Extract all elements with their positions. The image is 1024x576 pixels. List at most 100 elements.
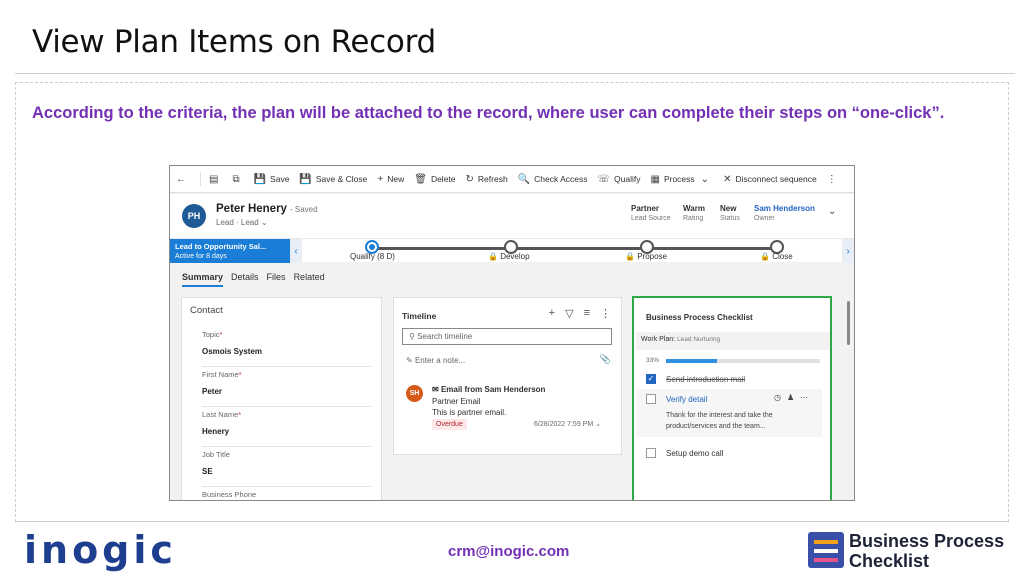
sort-list-icon[interactable]: ≡ xyxy=(584,307,590,320)
record-type[interactable]: Lead · Lead ⌄ xyxy=(216,218,268,227)
field-divider xyxy=(202,446,372,447)
active-process-stage[interactable]: Lead to Opportunity Sal... Active for 8 … xyxy=(170,239,302,263)
stage-label-develop: 🔒 Develop xyxy=(488,252,530,261)
filter-icon[interactable]: ▽ xyxy=(565,307,573,320)
business-process-checklist: Business Process Checklist Work Plan: Le… xyxy=(632,296,832,500)
crm-screenshot: ← ▤ ⧉ 💾 Save 💾 Save & Close + New 🗑 Delete ↻… xyxy=(169,165,855,501)
search-timeline-input[interactable]: ⚲ Search timeline xyxy=(402,328,612,345)
more-commands-icon[interactable]: ⋮ xyxy=(827,174,841,185)
work-plan-bar: Work Plan: Lead Nurturing xyxy=(636,332,830,350)
checklist-logo-icon xyxy=(808,532,844,568)
activity-subject: Partner Email xyxy=(432,397,481,406)
header-field-status: New Status xyxy=(720,204,740,222)
business-phone-field[interactable]: Business Phone xyxy=(202,490,372,499)
timeline-section: Timeline + ▽ ≡ ⋮ ⚲ Search timeline ✎ Ent… xyxy=(393,297,622,455)
step-description: Thank for the interest and take the prod… xyxy=(666,412,773,430)
progress-bar xyxy=(666,359,820,363)
first-name-field[interactable]: First Name* Peter xyxy=(202,370,372,396)
header-field-owner[interactable]: Sam Henderson Owner xyxy=(754,204,815,222)
form-tabs: Summary Details Files Related xyxy=(182,272,333,287)
contact-section: Contact Topic* Osmois System First Name*… xyxy=(181,297,382,500)
more-icon[interactable]: ⋮ xyxy=(600,307,611,320)
chevron-down-icon: ⌄ xyxy=(700,173,710,185)
process-button[interactable]: ▦ Process ⌄ xyxy=(651,174,714,185)
popout-icon[interactable]: ⧉ xyxy=(232,174,243,185)
chevron-left-icon[interactable]: ‹ xyxy=(290,239,302,263)
contact-heading: Contact xyxy=(190,305,223,316)
title-divider xyxy=(15,73,1015,74)
tab-summary[interactable]: Summary xyxy=(182,272,224,287)
timeline-actions: + ▽ ≡ ⋮ xyxy=(549,307,611,320)
lock-icon: 🔒 xyxy=(488,252,498,261)
record-name: Peter Henery - Saved xyxy=(216,203,318,215)
trash-icon: 🗑 xyxy=(414,173,427,185)
plus-icon: + xyxy=(377,173,384,185)
chevron-down-icon: ⌄ xyxy=(260,218,268,227)
expand-header-icon[interactable]: ⌄ xyxy=(828,206,836,217)
user-icon[interactable]: ♟ xyxy=(787,393,794,402)
step-verify-detail[interactable]: Verify detail xyxy=(666,395,707,404)
field-divider xyxy=(202,486,372,487)
attachment-icon[interactable]: 📎 xyxy=(600,354,611,365)
tab-details[interactable]: Details xyxy=(231,272,259,287)
save-button[interactable]: 💾 Save xyxy=(254,174,290,185)
activity-body: This is partner email. xyxy=(432,408,507,417)
more-icon[interactable]: ⋯ xyxy=(800,393,808,402)
plus-icon[interactable]: + xyxy=(549,307,555,320)
last-name-field[interactable]: Last Name* Henery xyxy=(202,410,372,436)
step-setup-demo-call[interactable]: Setup demo call xyxy=(666,449,723,458)
refresh-button[interactable]: ↻ Refresh xyxy=(466,174,508,185)
inogic-logo: inogic xyxy=(24,528,177,572)
toolbar-divider xyxy=(200,172,201,186)
field-divider xyxy=(202,366,372,367)
record-header: PH Peter Henery - Saved Lead · Lead ⌄ Par… xyxy=(170,194,854,238)
activity-title[interactable]: ✉ Email from Sam Henderson xyxy=(432,385,545,394)
topic-field[interactable]: Topic* Osmois System xyxy=(202,330,372,356)
new-button[interactable]: + New xyxy=(377,174,404,185)
disconnect-sequence-button[interactable]: ✕ Disconnect sequence xyxy=(723,174,817,185)
save-close-icon: 💾 xyxy=(299,173,312,185)
form-icon[interactable]: ▤ xyxy=(209,174,222,185)
timeline-title: Timeline xyxy=(402,311,437,321)
close-icon: ✕ xyxy=(723,173,732,185)
job-title-field[interactable]: Job Title SE xyxy=(202,450,372,476)
save-close-button[interactable]: 💾 Save & Close xyxy=(299,174,367,185)
step-send-introduction-mail[interactable]: Send introduction mail xyxy=(666,375,745,384)
contact-email[interactable]: crm@inogic.com xyxy=(448,543,569,560)
check-access-button[interactable]: 🔍 Check Access xyxy=(518,174,588,185)
delete-button[interactable]: 🗑 Delete xyxy=(414,174,455,185)
activity-avatar: SH xyxy=(406,385,423,402)
chevron-down-icon[interactable]: ⌄ xyxy=(595,421,601,428)
chevron-right-icon[interactable]: › xyxy=(842,239,854,263)
lock-icon: 🔒 xyxy=(760,252,770,261)
progress-percent: 33% xyxy=(646,357,660,364)
business-process-flow: Lead to Opportunity Sal... Active for 8 … xyxy=(170,238,854,263)
progress-bar-fill xyxy=(666,359,717,363)
save-icon: 💾 xyxy=(253,173,267,185)
command-bar: ← ▤ ⧉ 💾 Save 💾 Save & Close + New 🗑 Delete ↻… xyxy=(170,166,854,193)
search-icon: ⚲ xyxy=(409,332,415,341)
step-checkbox-send-mail[interactable]: ✓ xyxy=(646,374,656,384)
stage-label-close: 🔒 Close xyxy=(760,252,793,261)
process-icon: ▦ xyxy=(650,173,660,185)
lock-icon: 🔒 xyxy=(625,252,635,261)
save-status: - Saved xyxy=(289,205,318,214)
step-checkbox-setup-demo[interactable] xyxy=(646,448,656,458)
refresh-icon: ↻ xyxy=(465,173,474,185)
qualify-icon: ☏ xyxy=(597,173,611,185)
tab-files[interactable]: Files xyxy=(267,272,286,287)
step-checkbox-verify-detail[interactable] xyxy=(646,394,656,404)
field-divider xyxy=(202,406,372,407)
note-input[interactable]: ✎ Enter a note... xyxy=(406,356,465,365)
checklist-logo-text: Business Process Checklist xyxy=(849,531,1005,571)
clock-icon[interactable]: ◷ xyxy=(774,393,781,402)
back-arrow-icon[interactable]: ← xyxy=(176,174,190,185)
footer-divider xyxy=(15,521,1009,522)
qualify-button[interactable]: ☏ Qualify xyxy=(598,174,641,185)
scrollbar[interactable] xyxy=(847,301,850,345)
step-actions: ◷ ♟ ⋯ xyxy=(774,393,808,402)
check-access-icon: 🔍 xyxy=(517,173,531,185)
email-icon: ✉ xyxy=(432,385,439,394)
tab-related[interactable]: Related xyxy=(294,272,325,287)
activity-date: 6/28/2022 7:59 PM ⌄ xyxy=(534,421,601,428)
